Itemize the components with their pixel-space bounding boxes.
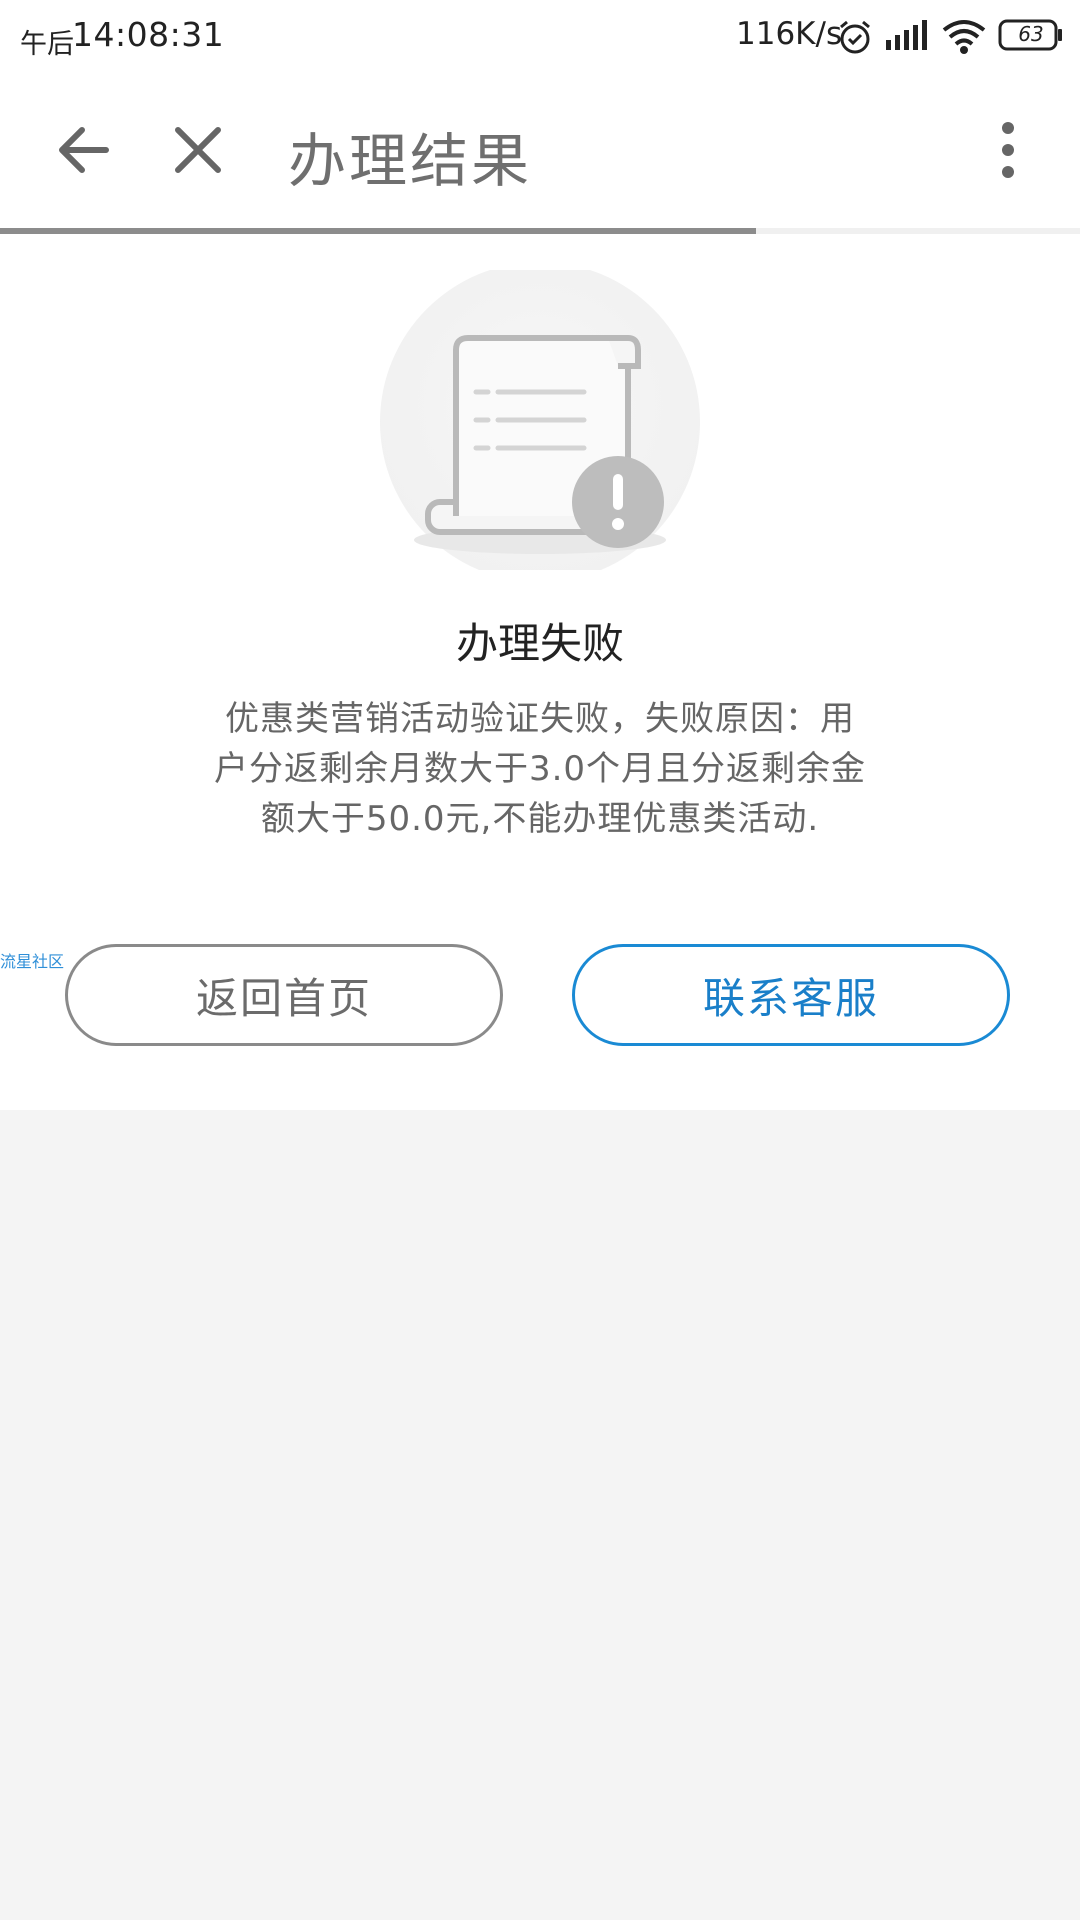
contact-service-button[interactable]: 联系客服 [572,944,1010,1046]
result-message: 优惠类营销活动验证失败，失败原因：用户分返剩余月数大于3.0个月且分返剩余金额大… [213,699,867,839]
more-vertical-icon[interactable] [990,118,1026,182]
alarm-icon [840,20,870,54]
battery-level: 63 [1018,22,1044,46]
status-bar: 午后 14:08:31 116K/s 63 [0,0,1080,72]
signal-icon [886,20,927,50]
close-icon[interactable] [164,116,232,184]
header: 办理结果 [0,72,1080,228]
screen: 午后 14:08:31 116K/s 63 办理结果 办理失败 优惠类营销活动验… [0,0,1080,1920]
return-home-button[interactable]: 返回首页 [65,944,503,1046]
result-title: 办理失败 [455,619,624,668]
wifi-icon [942,20,986,54]
network-speed: 116K/s [736,16,843,52]
document-warning-icon [380,270,700,570]
watermark: 流星社区 [0,952,65,971]
status-time: 14:08:31 [72,15,225,54]
status-time-prefix: 午后 [20,29,74,60]
page-title: 办理结果 [288,127,533,195]
arrow-left-icon[interactable] [50,116,118,184]
result-panel: 办理失败 优惠类营销活动验证失败，失败原因：用户分返剩余月数大于3.0个月且分返… [0,234,1080,1110]
